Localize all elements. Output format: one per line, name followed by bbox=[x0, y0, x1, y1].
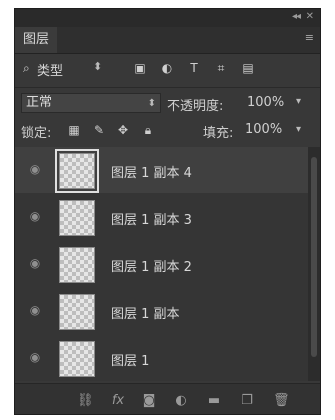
trash-icon[interactable]: 🗑︎ bbox=[273, 393, 290, 409]
fx-icon[interactable]: fx bbox=[109, 393, 127, 409]
lock-row: 锁定: ▦ ✎ ✥ 🔒︎ 填充: 100% ▾ bbox=[15, 121, 320, 141]
visibility-eye-icon[interactable]: ◉ bbox=[27, 255, 43, 271]
layers-panel: ◂◂ ✕ 图层 ≡ ⌕ 类型 ⬍ ▣ ◐ T ⌗ ▤ 正常 ⬍ 不透明度: 10… bbox=[14, 8, 321, 415]
panel-top-strip: ◂◂ ✕ bbox=[15, 9, 320, 27]
panel-menu-icon[interactable]: ≡ bbox=[305, 31, 314, 44]
chevron-updown-icon: ⬍ bbox=[147, 98, 156, 109]
lock-paint-icon[interactable]: ✎ bbox=[92, 123, 106, 137]
panel-tab-row: 图层 ≡ bbox=[15, 27, 320, 54]
double-chevron-icon[interactable]: ◂◂ bbox=[292, 11, 301, 22]
layer-list: ◉ 图层 1 副本 4 ◉ 图层 1 副本 3 ◉ 图层 1 副本 2 ◉ 图层… bbox=[15, 147, 308, 381]
type-filter-icon[interactable]: T bbox=[187, 61, 201, 75]
smart-object-filter-icon[interactable]: ▤ bbox=[241, 61, 255, 75]
new-layer-icon[interactable]: ❐ bbox=[239, 393, 255, 409]
layer-name: 图层 1 副本 bbox=[111, 307, 180, 322]
close-icon[interactable]: ✕ bbox=[306, 11, 314, 22]
blend-mode-select[interactable]: 正常 ⬍ bbox=[21, 93, 161, 113]
image-filter-icon[interactable]: ▣ bbox=[133, 61, 147, 75]
layer-row[interactable]: ◉ 图层 1 副本 bbox=[15, 288, 308, 334]
tab-layers[interactable]: 图层 bbox=[15, 27, 58, 53]
blend-mode-value: 正常 bbox=[26, 95, 53, 110]
opacity-label: 不透明度: bbox=[167, 99, 224, 114]
search-icon: ⌕ bbox=[23, 61, 30, 75]
opacity-field[interactable]: 100% bbox=[247, 95, 284, 110]
layer-row[interactable]: ◉ 图层 1 bbox=[15, 335, 308, 381]
lock-transparent-icon[interactable]: ▦ bbox=[67, 123, 81, 137]
filter-kind-select[interactable]: 类型 bbox=[37, 60, 63, 79]
layer-thumbnail bbox=[55, 149, 99, 193]
layer-name: 图层 1 bbox=[111, 354, 150, 369]
chevron-down-icon[interactable]: ⬍ bbox=[93, 60, 102, 73]
layer-name: 图层 1 副本 2 bbox=[111, 260, 192, 275]
shape-filter-icon[interactable]: ⌗ bbox=[214, 61, 228, 75]
scrollbar-thumb[interactable] bbox=[311, 157, 317, 357]
fill-dropdown-icon[interactable]: ▾ bbox=[296, 124, 301, 135]
layer-name: 图层 1 副本 4 bbox=[111, 166, 192, 181]
adjustment-layer-icon[interactable]: ◐ bbox=[173, 393, 189, 409]
visibility-eye-icon[interactable]: ◉ bbox=[27, 302, 43, 318]
layer-row[interactable]: ◉ 图层 1 副本 4 bbox=[15, 147, 308, 193]
filter-row: ⌕ 类型 ⬍ ▣ ◐ T ⌗ ▤ bbox=[15, 55, 320, 83]
layer-list-scrollbar[interactable] bbox=[308, 147, 320, 381]
visibility-eye-icon[interactable]: ◉ bbox=[27, 208, 43, 224]
layer-thumbnail bbox=[59, 247, 95, 283]
layer-thumbnail bbox=[59, 341, 95, 377]
opacity-dropdown-icon[interactable]: ▾ bbox=[296, 96, 301, 107]
bottom-toolbar: ⛓ fx ◙ ◐ ▬ ❐ 🗑︎ bbox=[15, 383, 320, 414]
fill-field[interactable]: 100% bbox=[245, 122, 282, 137]
adjustment-filter-icon[interactable]: ◐ bbox=[160, 61, 174, 75]
blend-row: 正常 ⬍ 不透明度: 100% ▾ bbox=[15, 93, 320, 114]
lock-all-icon[interactable]: 🔒︎ bbox=[141, 123, 155, 137]
link-layers-icon[interactable]: ⛓ bbox=[77, 393, 94, 409]
layer-row[interactable]: ◉ 图层 1 副本 2 bbox=[15, 241, 308, 287]
new-group-folder-icon[interactable]: ▬ bbox=[205, 393, 223, 409]
lock-move-icon[interactable]: ✥ bbox=[116, 123, 130, 137]
divider bbox=[15, 87, 320, 88]
add-mask-icon[interactable]: ◙ bbox=[141, 393, 157, 409]
visibility-eye-icon[interactable]: ◉ bbox=[27, 161, 43, 177]
layer-thumbnail bbox=[59, 200, 95, 236]
layer-name: 图层 1 副本 3 bbox=[111, 213, 192, 228]
fill-label: 填充: bbox=[203, 126, 234, 141]
visibility-eye-icon[interactable]: ◉ bbox=[27, 349, 43, 365]
lock-label: 锁定: bbox=[21, 126, 52, 141]
layer-row[interactable]: ◉ 图层 1 副本 3 bbox=[15, 194, 308, 240]
layer-thumbnail bbox=[59, 294, 95, 330]
